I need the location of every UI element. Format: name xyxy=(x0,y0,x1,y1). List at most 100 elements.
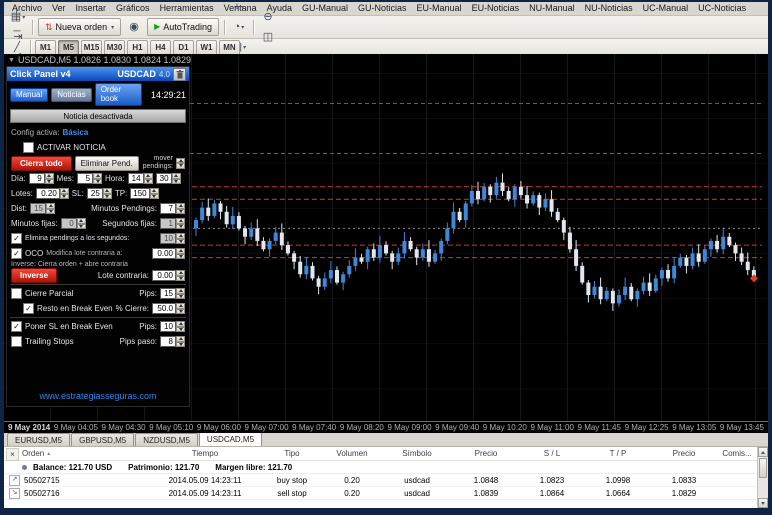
spin-down-icon[interactable] xyxy=(176,309,185,315)
cierre-pips-spinner[interactable]: 15 xyxy=(160,288,185,299)
spin-down-icon[interactable] xyxy=(176,239,185,245)
menu-item-eu-noticias[interactable]: EU-Noticias xyxy=(467,2,525,15)
chart-tab-usdcad-m5[interactable]: USDCAD,M5 xyxy=(199,432,262,446)
minutos-pendings-spinner[interactable]: 7 xyxy=(160,203,185,214)
autotrading-button[interactable]: ▶ AutoTrading xyxy=(147,18,219,36)
menu-item-uc-manual[interactable]: UC-Manual xyxy=(638,2,694,15)
elimina-spinner[interactable]: 10 xyxy=(160,233,185,244)
spin-down-icon[interactable] xyxy=(60,194,69,200)
trailing-stops-checkbox[interactable] xyxy=(11,336,22,347)
menu-item-eu-manual[interactable]: EU-Manual xyxy=(412,2,467,15)
spin-down-icon[interactable] xyxy=(176,276,185,282)
periods-icon[interactable]: ◔▾ xyxy=(229,17,249,37)
spin-down-icon[interactable] xyxy=(150,194,159,200)
menu-item-nu-noticias[interactable]: NU-Noticias xyxy=(580,2,638,15)
nueva-orden-button[interactable]: ⇅ Nueva orden ▾ xyxy=(38,18,121,36)
expert-advisors-icon[interactable]: ◉ xyxy=(124,17,144,37)
spin-down-icon[interactable] xyxy=(176,209,185,215)
dropdown-icon[interactable]: ▾ xyxy=(241,24,244,31)
column-header[interactable]: Precio xyxy=(651,449,717,458)
tab-noticias[interactable]: Noticias xyxy=(51,88,91,102)
order-row[interactable]: ↗505027152014.05.09 14:23:11buy stop0.20… xyxy=(4,474,757,487)
column-header[interactable]: Tipo xyxy=(261,449,323,458)
resto-break-even-checkbox[interactable]: ✓ xyxy=(23,303,34,314)
lotes-spinner[interactable]: 0.20 xyxy=(36,188,69,199)
scroll-up-icon[interactable] xyxy=(758,447,768,457)
spin-down-icon[interactable] xyxy=(77,224,86,230)
sl-spinner[interactable]: 25 xyxy=(87,188,112,199)
menu-item-ver[interactable]: Ver xyxy=(47,2,71,15)
vertical-line-icon[interactable]: │ xyxy=(8,8,26,24)
menu-item-nu-manual[interactable]: NU-Manual xyxy=(524,2,580,15)
chart-tab-eurusd-m5[interactable]: EURUSD,M5 xyxy=(7,433,70,446)
column-header[interactable]: Precio xyxy=(453,449,519,458)
spin-down-icon[interactable] xyxy=(172,179,181,185)
pct-cierre-spinner[interactable]: 50.0 xyxy=(152,303,185,314)
column-header[interactable]: Símbolo xyxy=(381,449,453,458)
horizontal-line-icon[interactable]: ─ xyxy=(8,24,26,40)
scroll-thumb[interactable] xyxy=(759,458,767,478)
oco-checkbox[interactable]: ✓ xyxy=(11,248,22,259)
spin-down-icon[interactable] xyxy=(176,327,185,333)
scroll-down-icon[interactable] xyxy=(758,498,768,508)
crosshair-icon[interactable]: + xyxy=(8,0,26,8)
menu-item-insertar[interactable]: Insertar xyxy=(71,2,112,15)
column-header[interactable]: Tiempo xyxy=(149,449,261,458)
oco-lote-spinner[interactable]: 0.00 xyxy=(152,248,185,259)
spin-down-icon[interactable] xyxy=(176,294,185,300)
dist-spinner[interactable]: 15 xyxy=(30,203,55,214)
tab-manual[interactable]: Manual xyxy=(10,88,48,102)
inverse-button[interactable]: Inverse xyxy=(11,268,57,283)
column-header[interactable]: Comis... xyxy=(717,449,757,458)
spin-down-icon[interactable] xyxy=(144,179,153,185)
spin-down-icon[interactable] xyxy=(45,179,54,185)
elimina-pendings-checkbox[interactable]: ✓ xyxy=(11,233,22,244)
spin-down-icon[interactable] xyxy=(103,194,112,200)
cierre-parcial-checkbox[interactable] xyxy=(11,288,22,299)
spin-down-icon[interactable] xyxy=(46,209,55,215)
hora-spinner[interactable]: 14 xyxy=(128,173,153,184)
terminal-close-icon[interactable]: × xyxy=(6,448,19,461)
mes-spinner[interactable]: 5 xyxy=(77,173,102,184)
column-header[interactable]: Volumen xyxy=(323,449,381,458)
terminal-scrollbar[interactable] xyxy=(757,447,768,508)
order-row[interactable]: ↘505027162014.05.09 14:23:11sell stop0.2… xyxy=(4,487,757,500)
column-header[interactable]: Orden▴ xyxy=(4,449,149,458)
chart-tab-nzdusd-m5[interactable]: NZDUSD,M5 xyxy=(135,433,198,446)
dropdown-icon[interactable]: ▾ xyxy=(241,4,244,11)
spin-down-icon[interactable] xyxy=(176,163,185,169)
trash-icon[interactable] xyxy=(173,68,186,81)
dropdown-icon[interactable]: ▾ xyxy=(243,44,246,51)
lote-contraria-spinner[interactable]: 0.00 xyxy=(152,270,185,281)
minuto-spinner[interactable]: 30 xyxy=(156,173,181,184)
zoom-out-icon[interactable]: ⊖ xyxy=(258,7,278,27)
activar-noticia-checkbox[interactable] xyxy=(23,142,34,153)
chart-area[interactable]: ▼ USDCAD,M5 1.0826 1.0830 1.0824 1.0829 … xyxy=(4,54,768,433)
eliminar-pend-button[interactable]: Eliminar Pend. xyxy=(75,156,139,171)
spin-down-icon[interactable] xyxy=(176,254,185,260)
menu-item-gu-noticias[interactable]: GU-Noticias xyxy=(353,2,412,15)
column-header[interactable]: T / P xyxy=(585,449,651,458)
chart-collapse-icon[interactable]: ▼ xyxy=(8,57,15,64)
segundos-fijas-spinner[interactable]: 1 xyxy=(160,218,185,229)
menu-item-herramientas[interactable]: Herramientas xyxy=(155,2,219,15)
indicators-icon[interactable]: +▾ xyxy=(229,0,249,17)
chart-tab-gbpusd-m5[interactable]: GBPUSD,M5 xyxy=(71,433,134,446)
tp-spinner[interactable]: 150 xyxy=(130,188,158,199)
spin-down-icon[interactable] xyxy=(93,179,102,185)
click-panel-header[interactable]: Click Panel v4 USDCAD 4.0 xyxy=(7,67,189,81)
cierra-todo-button[interactable]: Cierra todo xyxy=(11,156,72,171)
menu-item-gráficos[interactable]: Gráficos xyxy=(111,2,155,15)
spin-down-icon[interactable] xyxy=(176,342,185,348)
zoom-in-icon[interactable]: ⊕ xyxy=(258,0,278,7)
menu-item-uc-noticias[interactable]: UC-Noticias xyxy=(693,2,751,15)
tab-order-book[interactable]: Order book xyxy=(95,83,142,106)
tile-windows-icon[interactable]: ◫ xyxy=(258,27,278,47)
spin-down-icon[interactable] xyxy=(176,224,185,230)
website-link[interactable]: www.estrategiasseguras.com xyxy=(7,388,189,406)
menu-item-gu-manual[interactable]: GU-Manual xyxy=(297,2,353,15)
minutos-fijas-spinner[interactable]: 0 xyxy=(61,218,86,229)
poner-sl-checkbox[interactable]: ✓ xyxy=(11,321,22,332)
mover-pendings-spinner[interactable] xyxy=(176,158,185,169)
poner-pips-spinner[interactable]: 10 xyxy=(160,321,185,332)
